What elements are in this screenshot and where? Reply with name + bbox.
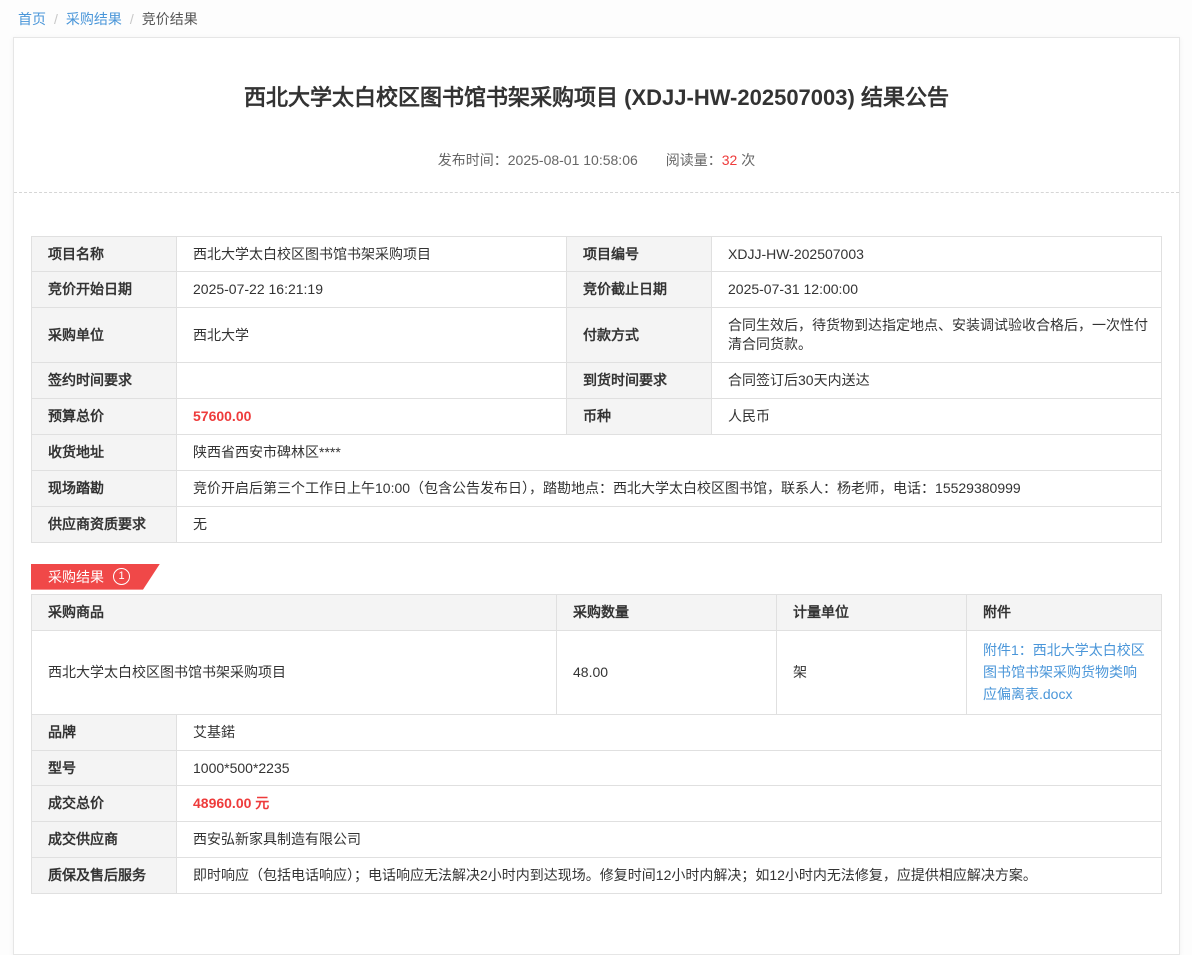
product-name-cell: 西北大学太白校区图书馆书架采购项目 bbox=[32, 630, 557, 714]
model-value: 1000*500*2235 bbox=[177, 750, 1162, 786]
column-header-quantity: 采购数量 bbox=[557, 594, 777, 630]
breadcrumb-current: 竞价结果 bbox=[142, 11, 198, 27]
project-info-table: 项目名称 西北大学太白校区图书馆书架采购项目 项目编号 XDJJ-HW-2025… bbox=[31, 236, 1162, 543]
label-cell: 供应商资质要求 bbox=[32, 506, 177, 542]
table-row: 预算总价 57600.00 币种 人民币 bbox=[32, 399, 1162, 435]
article-meta: 发布时间：2025-08-01 10:58:06 阅读量：32 次 bbox=[14, 150, 1179, 170]
value-cell: 2025-07-31 12:00:00 bbox=[712, 272, 1162, 308]
unit-cell: 架 bbox=[777, 630, 967, 714]
supplier-value: 西安弘新家具制造有限公司 bbox=[177, 822, 1162, 858]
breadcrumb-results-link[interactable]: 采购结果 bbox=[66, 11, 122, 27]
label-cell: 现场踏勘 bbox=[32, 470, 177, 506]
label-cell: 竞价截止日期 bbox=[567, 272, 712, 308]
page-title: 西北大学太白校区图书馆书架采购项目 (XDJJ-HW-202507003) 结果… bbox=[74, 38, 1119, 113]
label-cell: 币种 bbox=[567, 399, 712, 435]
label-cell: 质保及售后服务 bbox=[32, 858, 177, 894]
value-cell: 竞价开启后第三个工作日上午10:00（包含公告发布日），踏勘地点：西北大学太白校… bbox=[177, 470, 1162, 506]
breadcrumb: 首页 / 采购结果 / 竞价结果 bbox=[0, 0, 1192, 37]
label-cell: 到货时间要求 bbox=[567, 363, 712, 399]
breadcrumb-separator: / bbox=[54, 11, 58, 27]
label-cell: 品牌 bbox=[32, 714, 177, 750]
value-cell: 西北大学太白校区图书馆书架采购项目 bbox=[177, 236, 567, 272]
table-row: 成交总价 48960.00 元 bbox=[32, 786, 1162, 822]
result-count-badge: 1 bbox=[113, 568, 130, 585]
table-row: 质保及售后服务 即时响应（包括电话响应）；电话响应无法解决2小时内到达现场。修复… bbox=[32, 858, 1162, 894]
table-row: 收货地址 陕西省西安市碑林区**** bbox=[32, 434, 1162, 470]
value-cell: 无 bbox=[177, 506, 1162, 542]
label-cell: 收货地址 bbox=[32, 434, 177, 470]
label-cell: 采购单位 bbox=[32, 308, 177, 363]
warranty-value: 即时响应（包括电话响应）；电话响应无法解决2小时内到达现场。修复时间12小时内解… bbox=[177, 858, 1162, 894]
table-row: 现场踏勘 竞价开启后第三个工作日上午10:00（包含公告发布日），踏勘地点：西北… bbox=[32, 470, 1162, 506]
value-cell bbox=[177, 363, 567, 399]
table-row: 型号 1000*500*2235 bbox=[32, 750, 1162, 786]
breadcrumb-separator: / bbox=[130, 11, 134, 27]
dashed-divider bbox=[14, 192, 1179, 193]
deal-total-price-value: 48960.00 元 bbox=[177, 786, 1162, 822]
value-cell: 2025-07-22 16:21:19 bbox=[177, 272, 567, 308]
brand-value: 艾基鍩 bbox=[177, 714, 1162, 750]
label-cell: 成交总价 bbox=[32, 786, 177, 822]
attachment-link[interactable]: 附件1：西北大学太白校区图书馆书架采购货物类响应偏离表.docx bbox=[983, 639, 1149, 706]
label-cell: 签约时间要求 bbox=[32, 363, 177, 399]
value-cell: 人民币 bbox=[712, 399, 1162, 435]
budget-total-value: 57600.00 bbox=[177, 399, 567, 435]
value-cell: 合同生效后，待货物到达指定地点、安装调试验收合格后，一次性付清合同货款。 bbox=[712, 308, 1162, 363]
announcement-card: 西北大学太白校区图书馆书架采购项目 (XDJJ-HW-202507003) 结果… bbox=[13, 37, 1180, 955]
publish-time-label: 发布时间： bbox=[438, 152, 508, 168]
label-cell: 成交供应商 bbox=[32, 822, 177, 858]
column-header-product: 采购商品 bbox=[32, 594, 557, 630]
result-badge-label: 采购结果 bbox=[48, 567, 104, 587]
page: 首页 / 采购结果 / 竞价结果 西北大学太白校区图书馆书架采购项目 (XDJJ-HW-… bbox=[0, 0, 1192, 955]
value-cell: XDJJ-HW-202507003 bbox=[712, 236, 1162, 272]
table-row: 供应商资质要求 无 bbox=[32, 506, 1162, 542]
label-cell: 付款方式 bbox=[567, 308, 712, 363]
result-badge: 采购结果 1 bbox=[31, 564, 160, 590]
value-cell: 西北大学 bbox=[177, 308, 567, 363]
content-area: 项目名称 西北大学太白校区图书馆书架采购项目 项目编号 XDJJ-HW-2025… bbox=[14, 236, 1179, 895]
column-header-unit: 计量单位 bbox=[777, 594, 967, 630]
table-row: 采购单位 西北大学 付款方式 合同生效后，待货物到达指定地点、安装调试验收合格后… bbox=[32, 308, 1162, 363]
result-detail-table: 品牌 艾基鍩 型号 1000*500*2235 成交总价 48960.00 元 … bbox=[31, 714, 1162, 894]
result-section-header: 采购结果 1 bbox=[31, 564, 1162, 590]
views-label: 阅读量： bbox=[666, 152, 722, 168]
views-count: 32 bbox=[722, 152, 738, 168]
breadcrumb-home-link[interactable]: 首页 bbox=[18, 11, 46, 27]
table-row: 签约时间要求 到货时间要求 合同签订后30天内送达 bbox=[32, 363, 1162, 399]
label-cell: 竞价开始日期 bbox=[32, 272, 177, 308]
value-cell: 合同签订后30天内送达 bbox=[712, 363, 1162, 399]
table-header-row: 采购商品 采购数量 计量单位 附件 bbox=[32, 594, 1162, 630]
column-header-attachment: 附件 bbox=[967, 594, 1162, 630]
views-unit: 次 bbox=[741, 152, 755, 168]
attachment-cell: 附件1：西北大学太白校区图书馆书架采购货物类响应偏离表.docx bbox=[967, 630, 1162, 714]
value-cell: 陕西省西安市碑林区**** bbox=[177, 434, 1162, 470]
table-row: 品牌 艾基鍩 bbox=[32, 714, 1162, 750]
result-item-table: 采购商品 采购数量 计量单位 附件 西北大学太白校区图书馆书架采购项目 48.0… bbox=[31, 594, 1162, 715]
label-cell: 项目名称 bbox=[32, 236, 177, 272]
label-cell: 预算总价 bbox=[32, 399, 177, 435]
table-row: 成交供应商 西安弘新家具制造有限公司 bbox=[32, 822, 1162, 858]
table-row: 竞价开始日期 2025-07-22 16:21:19 竞价截止日期 2025-0… bbox=[32, 272, 1162, 308]
label-cell: 项目编号 bbox=[567, 236, 712, 272]
result-item-row: 西北大学太白校区图书馆书架采购项目 48.00 架 附件1：西北大学太白校区图书… bbox=[32, 630, 1162, 714]
table-row: 项目名称 西北大学太白校区图书馆书架采购项目 项目编号 XDJJ-HW-2025… bbox=[32, 236, 1162, 272]
label-cell: 型号 bbox=[32, 750, 177, 786]
publish-time-value: 2025-08-01 10:58:06 bbox=[508, 152, 638, 168]
quantity-cell: 48.00 bbox=[557, 630, 777, 714]
